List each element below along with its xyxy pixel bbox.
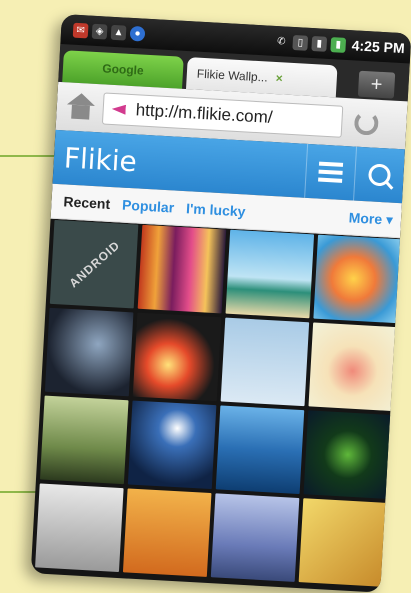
phone-screen: ✉ ◈ ▲ ● ✆ ▯ ▮ ▮ 4:25 PM Google Flikie Wa… <box>30 14 411 593</box>
wallpaper-thumb[interactable] <box>225 229 315 319</box>
tab-more[interactable]: More ▾ <box>348 209 393 228</box>
home-icon[interactable] <box>66 92 96 122</box>
battery-icon: ▮ <box>330 36 347 53</box>
site-favicon-icon <box>111 104 126 115</box>
wallpaper-thumb[interactable] <box>39 395 129 485</box>
tab-google-label: Google <box>101 61 145 78</box>
tab-im-lucky[interactable]: I'm lucky <box>186 200 246 219</box>
close-tab-icon[interactable]: × <box>275 71 283 85</box>
tab-recent[interactable]: Recent <box>63 193 111 212</box>
warning-icon: ▲ <box>110 24 127 41</box>
url-input[interactable]: http://m.flikie.com/ <box>101 92 344 138</box>
phone-icon: ✆ <box>276 35 286 48</box>
wallpaper-thumb[interactable] <box>132 312 222 402</box>
search-icon <box>367 163 392 187</box>
tab-popular[interactable]: Popular <box>122 197 175 216</box>
signal-icon: ▮ <box>311 35 328 52</box>
wallpaper-thumb[interactable] <box>210 493 300 582</box>
url-text: http://m.flikie.com/ <box>135 100 274 127</box>
wallpaper-thumb[interactable] <box>308 322 398 412</box>
search-button[interactable] <box>353 146 405 204</box>
site-logo[interactable]: Flikie <box>63 141 138 178</box>
list-icon <box>318 161 344 183</box>
wallpaper-thumb[interactable] <box>298 498 388 587</box>
wallpaper-thumb[interactable] <box>35 483 124 573</box>
new-tab-button[interactable]: + <box>357 70 396 99</box>
wallpaper-thumb[interactable] <box>122 488 212 577</box>
wallpaper-thumb[interactable] <box>127 400 217 490</box>
wallpaper-thumb[interactable] <box>44 307 134 397</box>
wallpaper-thumb[interactable] <box>313 234 402 324</box>
callout-line-top <box>0 155 58 157</box>
android-wallpaper-label: ANDROID <box>65 237 123 291</box>
wallpaper-thumb[interactable] <box>215 405 305 495</box>
wallpaper-thumb[interactable] <box>137 224 227 314</box>
wallpaper-thumb[interactable] <box>303 410 393 499</box>
wallpaper-thumb-android[interactable]: ANDROID <box>49 219 139 309</box>
reload-icon[interactable] <box>353 110 380 136</box>
wifi-icon: ◈ <box>91 23 108 40</box>
sd-card-icon: ▯ <box>292 34 309 51</box>
gmail-icon: ✉ <box>72 22 89 38</box>
app-icon: ● <box>129 25 146 42</box>
wallpaper-thumb[interactable] <box>220 317 310 407</box>
menu-button[interactable] <box>304 143 357 201</box>
wallpaper-grid: ANDROID <box>35 219 402 587</box>
status-time: 4:25 PM <box>351 37 406 57</box>
tab-flikie-label: Flikie Wallp... <box>196 66 269 85</box>
